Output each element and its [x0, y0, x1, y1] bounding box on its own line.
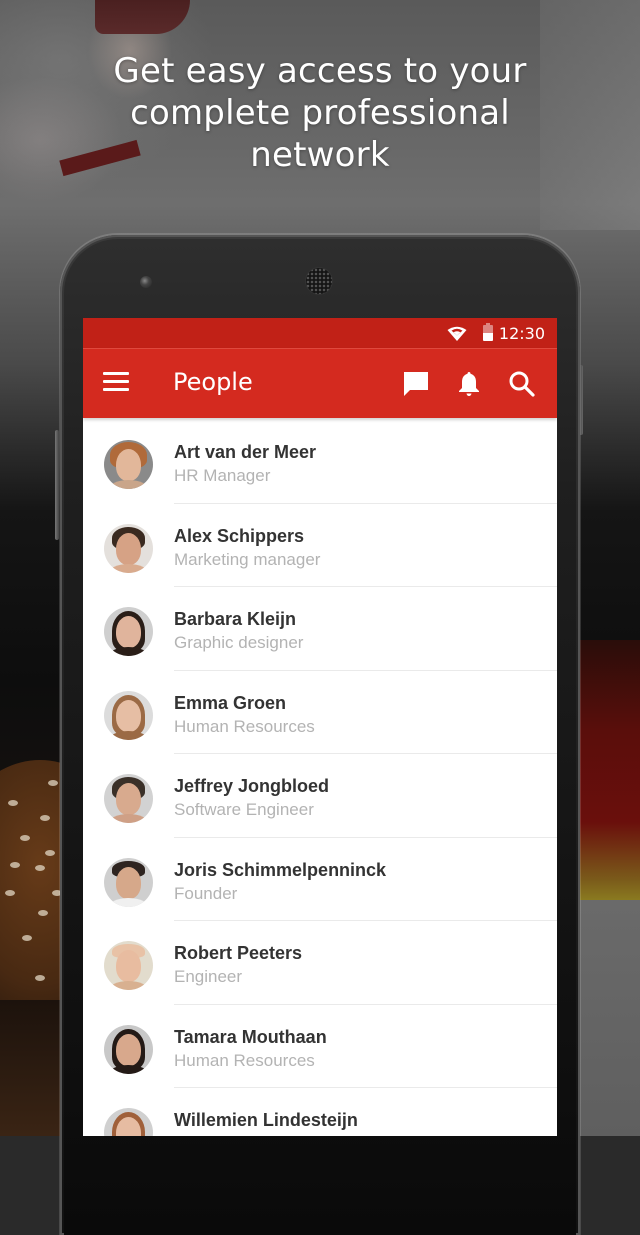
person-list-item[interactable]: Willemien Lindesteijn: [83, 1088, 557, 1136]
person-list-item[interactable]: Barbara Kleijn Graphic designer: [83, 587, 557, 671]
speaker-grille-icon: [306, 268, 332, 294]
person-name: Joris Schimmelpenninck: [174, 859, 387, 880]
chat-bubble-icon[interactable]: [401, 369, 431, 399]
headline-line: complete professional: [130, 93, 510, 133]
avatar: [104, 1024, 153, 1074]
search-icon[interactable]: [507, 369, 537, 399]
sesame-seed: [5, 890, 15, 896]
avatar: [104, 523, 153, 573]
person-name: Barbara Kleijn: [174, 609, 297, 629]
person-list-item[interactable]: Art van der Meer HR Manager: [83, 420, 557, 504]
avatar: [104, 440, 153, 489]
bell-icon[interactable]: [454, 369, 484, 399]
avatar: [104, 690, 153, 740]
sesame-seed: [35, 865, 45, 871]
avatar: [104, 607, 153, 656]
person-list-item[interactable]: Joris Schimmelpenninck Founder: [83, 838, 557, 922]
wifi-icon: [447, 326, 467, 341]
avatar: [104, 857, 153, 907]
toolbar-title: People: [173, 368, 253, 396]
status-time: 12:30: [498, 324, 545, 343]
sesame-seed: [10, 862, 20, 868]
sesame-seed: [40, 815, 50, 821]
sesame-seed: [22, 935, 32, 941]
person-name: Willemien Lindesteijn: [174, 1110, 358, 1130]
avatar: [104, 1108, 153, 1136]
avatar: [104, 941, 153, 990]
app-toolbar: People: [83, 348, 557, 418]
person-role: Founder: [174, 883, 238, 903]
people-list: Art van der Meer HR Manager Alex Schippe…: [83, 420, 557, 1136]
sesame-seed: [45, 850, 55, 856]
background-red-object: [575, 640, 640, 900]
person-list-item[interactable]: Robert Peeters Engineer: [83, 921, 557, 1005]
phone-side-button: [55, 430, 59, 540]
person-list-item[interactable]: Jeffrey Jongbloed Software Engineer: [83, 754, 557, 838]
sesame-seed: [8, 800, 18, 806]
person-name: Tamara Mouthaan: [174, 1026, 327, 1047]
sesame-seed: [38, 910, 48, 916]
sesame-seed: [35, 975, 45, 981]
person-list-item[interactable]: Emma Groen Human Resources: [83, 671, 557, 755]
headline: Get easy access to your complete profess…: [0, 50, 640, 176]
phone-screen: 12:30 People Art van der Meer HR Manager…: [83, 318, 557, 1136]
person-name: Art van der Meer: [174, 442, 317, 462]
person-role: Graphic designer: [174, 633, 304, 652]
front-camera-icon: [140, 276, 152, 288]
person-list-item[interactable]: Alex Schippers Marketing manager: [83, 504, 557, 588]
status-bar: 12:30: [83, 318, 557, 348]
headline-line: Get easy access to your: [113, 51, 527, 91]
battery-icon: [483, 323, 493, 341]
background-counter: [575, 900, 640, 1136]
person-list-item[interactable]: Tamara Mouthaan Human Resources: [83, 1005, 557, 1089]
person-role: HR Manager: [174, 466, 271, 485]
person-name: Emma Groen: [174, 692, 287, 713]
person-role: Marketing manager: [174, 549, 321, 569]
person-role: Software Engineer: [174, 800, 314, 819]
person-name: Robert Peeters: [174, 943, 303, 963]
headline-line: network: [250, 135, 390, 175]
person-name: Jeffrey Jongbloed: [174, 776, 330, 796]
person-role: Engineer: [174, 967, 243, 986]
person-name: Alex Schippers: [174, 525, 305, 546]
hamburger-menu-icon[interactable]: [103, 372, 129, 394]
person-role: Human Resources: [174, 1050, 315, 1070]
person-role: Human Resources: [174, 716, 315, 736]
sesame-seed: [20, 835, 30, 841]
sesame-seed: [48, 780, 58, 786]
avatar: [104, 774, 153, 823]
